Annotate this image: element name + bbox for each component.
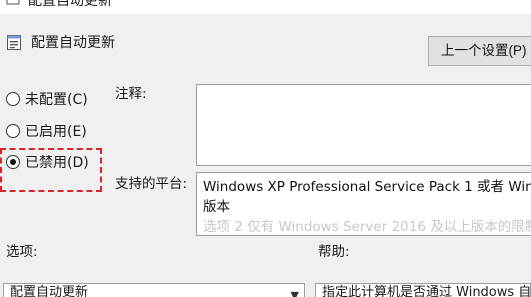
help-textbox: 指定此计算机是否通过 Windows 自动更新 <box>315 283 531 297</box>
help-label: 帮助: <box>318 244 350 260</box>
title-bar: 配置自动更新 <box>0 0 531 14</box>
comment-textarea[interactable] <box>196 84 531 166</box>
options-dropdown-value: 配置自动更新 <box>10 285 89 297</box>
options-label: 选项: <box>6 244 38 260</box>
platform-textbox: Windows XP Professional Service Pack 1 或… <box>196 172 531 236</box>
policy-title: 配置自动更新 <box>31 35 115 51</box>
platform-label: 支持的平台: <box>115 176 188 192</box>
platform-line-3: 选项 2 仅有 Windows Server 2016 及以上版本的限制 <box>203 219 531 235</box>
radio-indicator[interactable] <box>6 124 20 138</box>
previous-setting-button[interactable]: 上一个设置(P) <box>428 36 531 66</box>
radio-not-configured-label: 未配置(C) <box>25 92 88 108</box>
radio-enabled-label: 已启用(E) <box>25 124 87 140</box>
policy-dialog: 配置自动更新 上一个设置(P) 未配置(C) 已启用(E) 已禁用(D) 注释:… <box>0 14 531 297</box>
platform-line-1: Windows XP Professional Service Pack 1 或… <box>203 179 531 195</box>
policy-icon <box>7 35 21 50</box>
help-text: 指定此计算机是否通过 Windows 自动更新 <box>322 285 531 297</box>
policy-icon <box>6 0 20 5</box>
radio-enabled[interactable]: 已启用(E) <box>6 121 87 141</box>
chevron-down-icon[interactable]: ▼ <box>291 287 299 297</box>
radio-not-configured[interactable]: 未配置(C) <box>6 89 88 109</box>
options-dropdown[interactable]: 配置自动更新 ▼ <box>3 283 305 297</box>
comment-label: 注释: <box>115 86 147 102</box>
selection-highlight <box>0 148 102 192</box>
radio-indicator[interactable] <box>6 92 20 106</box>
platform-line-2: 版本 <box>203 199 230 215</box>
window-title: 配置自动更新 <box>28 0 112 9</box>
